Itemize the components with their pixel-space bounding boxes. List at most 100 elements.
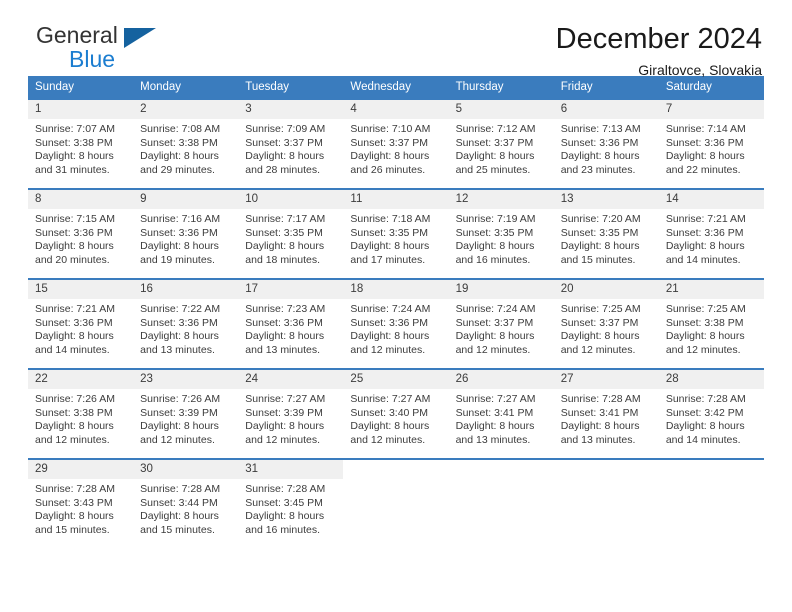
day-daylight-1-text: Daylight: 8 hours xyxy=(350,240,430,253)
day-daylight-1-text: Daylight: 8 hours xyxy=(245,420,325,433)
day-daylight-1-text: Daylight: 8 hours xyxy=(245,330,325,343)
day-sunrise-text: Sunrise: 7:24 AM xyxy=(350,303,431,315)
day-details: Sunrise: 7:18 AM Sunset: 3:35 PM Daylight:… xyxy=(343,209,448,267)
calendar-day-cell[interactable]: 24 Sunrise: 7:27 AM Sunset: 3:39 PM Dayligh… xyxy=(238,368,344,459)
calendar-day-cell[interactable]: 4 Sunrise: 7:10 AM Sunset: 3:37 PM Daylight… xyxy=(343,98,449,189)
day-daylight-1-text: Daylight: 8 hours xyxy=(140,150,219,163)
calendar-day-cell[interactable]: 29 Sunrise: 7:28 AM Sunset: 3:43 PM Dayligh… xyxy=(28,458,134,549)
day-sunrise-text: Sunrise: 7:27 AM xyxy=(455,393,536,405)
calendar-day-cell[interactable]: 5 Sunrise: 7:12 AM Sunset: 3:37 PM Daylight… xyxy=(448,98,554,189)
day-cell-inner: 16 Sunrise: 7:22 AM Sunset: 3:36 PM Dayligh… xyxy=(133,280,239,368)
page-subtitle: Giraltovce, Slovakia xyxy=(638,62,762,78)
calendar-week-row: 22 Sunrise: 7:26 AM Sunset: 3:38 PM Dayligh… xyxy=(28,368,764,459)
calendar-week-row: 15 Sunrise: 7:21 AM Sunset: 3:36 PM Dayligh… xyxy=(28,278,764,369)
day-daylight-1-text: Daylight: 8 hours xyxy=(560,420,640,433)
day-sunrise-text: Sunrise: 7:28 AM xyxy=(245,483,326,495)
calendar-day-cell[interactable]: 17 Sunrise: 7:23 AM Sunset: 3:36 PM Dayligh… xyxy=(238,278,344,369)
day-sunrise-text: Sunrise: 7:26 AM xyxy=(140,393,221,405)
calendar-day-cell[interactable]: 13 Sunrise: 7:20 AM Sunset: 3:35 PM Dayligh… xyxy=(553,188,659,279)
day-sunset-text: Sunset: 3:38 PM xyxy=(665,316,744,329)
day-sunrise-text: Sunrise: 7:15 AM xyxy=(35,213,115,225)
day-daylight-1-text: Daylight: 8 hours xyxy=(455,420,535,433)
day-cell-inner: 30 Sunrise: 7:28 AM Sunset: 3:44 PM Dayligh… xyxy=(133,460,239,549)
calendar-day-cell[interactable]: 20 Sunrise: 7:25 AM Sunset: 3:37 PM Dayligh… xyxy=(553,278,659,369)
calendar-week-row: 8 Sunrise: 7:15 AM Sunset: 3:36 PM Daylight… xyxy=(28,188,764,279)
calendar-day-cell[interactable]: 18 Sunrise: 7:24 AM Sunset: 3:36 PM Dayligh… xyxy=(343,278,449,369)
calendar-day-cell[interactable]: 25 Sunrise: 7:27 AM Sunset: 3:40 PM Dayligh… xyxy=(343,368,449,459)
day-daylight-2-text: and 12 minutes. xyxy=(560,343,636,356)
day-sunset-text: Sunset: 3:36 PM xyxy=(245,316,323,329)
day-sunset-text: Sunset: 3:35 PM xyxy=(245,226,323,239)
day-cell-inner: 26 Sunrise: 7:27 AM Sunset: 3:41 PM Dayligh… xyxy=(448,370,554,458)
day-daylight-2-text: and 13 minutes. xyxy=(140,343,215,356)
calendar-day-cell[interactable]: 14 Sunrise: 7:21 AM Sunset: 3:36 PM Dayligh… xyxy=(658,188,764,279)
day-number xyxy=(658,460,764,479)
calendar-day-cell[interactable]: 8 Sunrise: 7:15 AM Sunset: 3:36 PM Daylight… xyxy=(28,188,134,279)
calendar-day-cell[interactable]: 12 Sunrise: 7:19 AM Sunset: 3:35 PM Dayligh… xyxy=(448,188,554,279)
calendar-day-cell[interactable]: 30 Sunrise: 7:28 AM Sunset: 3:44 PM Dayligh… xyxy=(133,458,239,549)
weekday-header-thursday: Thursday xyxy=(448,76,554,99)
calendar-day-cell[interactable]: 11 Sunrise: 7:18 AM Sunset: 3:35 PM Dayligh… xyxy=(343,188,449,279)
day-sunrise-text: Sunrise: 7:24 AM xyxy=(455,303,536,315)
day-cell-inner: 18 Sunrise: 7:24 AM Sunset: 3:36 PM Dayligh… xyxy=(343,280,449,368)
day-details: Sunrise: 7:17 AM Sunset: 3:35 PM Daylight:… xyxy=(238,209,343,267)
day-sunset-text: Sunset: 3:36 PM xyxy=(35,316,113,329)
day-sunrise-text: Sunrise: 7:21 AM xyxy=(35,303,115,315)
calendar-day-cell[interactable]: 21 Sunrise: 7:25 AM Sunset: 3:38 PM Dayligh… xyxy=(658,278,764,369)
calendar-day-cell[interactable]: 28 Sunrise: 7:28 AM Sunset: 3:42 PM Dayligh… xyxy=(658,368,764,459)
day-number xyxy=(343,460,449,479)
day-number: 17 xyxy=(238,280,344,299)
day-daylight-2-text: and 12 minutes. xyxy=(35,433,110,446)
day-sunset-text: Sunset: 3:37 PM xyxy=(455,316,534,329)
day-number: 18 xyxy=(343,280,449,299)
day-sunset-text: Sunset: 3:44 PM xyxy=(140,496,218,509)
day-number: 7 xyxy=(658,100,764,119)
calendar-page: General Blue December 2024 Giraltovce, S… xyxy=(0,0,792,612)
day-number: 16 xyxy=(133,280,239,299)
day-cell-inner: 23 Sunrise: 7:26 AM Sunset: 3:39 PM Dayligh… xyxy=(133,370,239,458)
day-cell-inner: 8 Sunrise: 7:15 AM Sunset: 3:36 PM Daylight… xyxy=(28,190,134,278)
calendar-day-cell[interactable]: 6 Sunrise: 7:13 AM Sunset: 3:36 PM Daylight… xyxy=(553,98,659,189)
calendar-day-cell[interactable]: 15 Sunrise: 7:21 AM Sunset: 3:36 PM Dayligh… xyxy=(28,278,134,369)
day-sunrise-text: Sunrise: 7:25 AM xyxy=(560,303,641,315)
calendar-day-cell[interactable]: 10 Sunrise: 7:17 AM Sunset: 3:35 PM Dayligh… xyxy=(238,188,344,279)
calendar-day-cell[interactable]: 26 Sunrise: 7:27 AM Sunset: 3:41 PM Dayligh… xyxy=(448,368,554,459)
calendar-day-cell[interactable]: 9 Sunrise: 7:16 AM Sunset: 3:36 PM Daylight… xyxy=(133,188,239,279)
day-details: Sunrise: 7:21 AM Sunset: 3:36 PM Daylight:… xyxy=(28,299,133,357)
day-sunrise-text: Sunrise: 7:22 AM xyxy=(140,303,221,315)
day-number: 15 xyxy=(28,280,134,299)
day-daylight-2-text: and 14 minutes. xyxy=(665,253,741,266)
day-daylight-2-text: and 13 minutes. xyxy=(560,433,636,446)
calendar-day-cell[interactable]: 2 Sunrise: 7:08 AM Sunset: 3:38 PM Daylight… xyxy=(133,98,239,189)
day-daylight-1-text: Daylight: 8 hours xyxy=(35,510,114,523)
day-daylight-1-text: Daylight: 8 hours xyxy=(35,420,114,433)
day-daylight-2-text: and 14 minutes. xyxy=(665,433,741,446)
day-sunset-text: Sunset: 3:42 PM xyxy=(665,406,744,419)
day-sunset-text: Sunset: 3:36 PM xyxy=(140,316,218,329)
day-details: Sunrise: 7:25 AM Sunset: 3:37 PM Daylight:… xyxy=(554,299,659,357)
calendar-day-cell[interactable]: 22 Sunrise: 7:26 AM Sunset: 3:38 PM Dayligh… xyxy=(28,368,134,459)
calendar-day-cell[interactable]: 7 Sunrise: 7:14 AM Sunset: 3:36 PM Daylight… xyxy=(658,98,764,189)
day-sunrise-text: Sunrise: 7:27 AM xyxy=(245,393,326,405)
calendar-day-cell[interactable]: 23 Sunrise: 7:26 AM Sunset: 3:39 PM Dayligh… xyxy=(133,368,239,459)
triangle-logo-icon xyxy=(124,28,156,48)
calendar-day-cell[interactable]: 31 Sunrise: 7:28 AM Sunset: 3:45 PM Dayligh… xyxy=(238,458,344,549)
day-cell-inner: 25 Sunrise: 7:27 AM Sunset: 3:40 PM Dayligh… xyxy=(343,370,449,458)
day-number: 13 xyxy=(553,190,659,209)
day-details xyxy=(449,479,554,483)
calendar-day-cell[interactable]: 16 Sunrise: 7:22 AM Sunset: 3:36 PM Dayligh… xyxy=(133,278,239,369)
day-details: Sunrise: 7:14 AM Sunset: 3:36 PM Daylight:… xyxy=(659,119,764,177)
calendar-day-cell-empty xyxy=(658,458,764,549)
day-number: 8 xyxy=(28,190,134,209)
day-details: Sunrise: 7:28 AM Sunset: 3:43 PM Daylight:… xyxy=(28,479,133,537)
calendar-day-cell-empty xyxy=(343,458,449,549)
day-sunrise-text: Sunrise: 7:28 AM xyxy=(140,483,221,495)
calendar-day-cell[interactable]: 19 Sunrise: 7:24 AM Sunset: 3:37 PM Dayligh… xyxy=(448,278,554,369)
day-cell-inner xyxy=(553,460,659,549)
calendar-day-cell[interactable]: 27 Sunrise: 7:28 AM Sunset: 3:41 PM Dayligh… xyxy=(553,368,659,459)
calendar-day-cell[interactable]: 3 Sunrise: 7:09 AM Sunset: 3:37 PM Daylight… xyxy=(238,98,344,189)
day-daylight-1-text: Daylight: 8 hours xyxy=(245,510,325,523)
calendar-day-cell[interactable]: 1 Sunrise: 7:07 AM Sunset: 3:38 PM Daylight… xyxy=(28,98,134,189)
day-sunrise-text: Sunrise: 7:19 AM xyxy=(455,213,536,225)
day-daylight-1-text: Daylight: 8 hours xyxy=(35,330,114,343)
